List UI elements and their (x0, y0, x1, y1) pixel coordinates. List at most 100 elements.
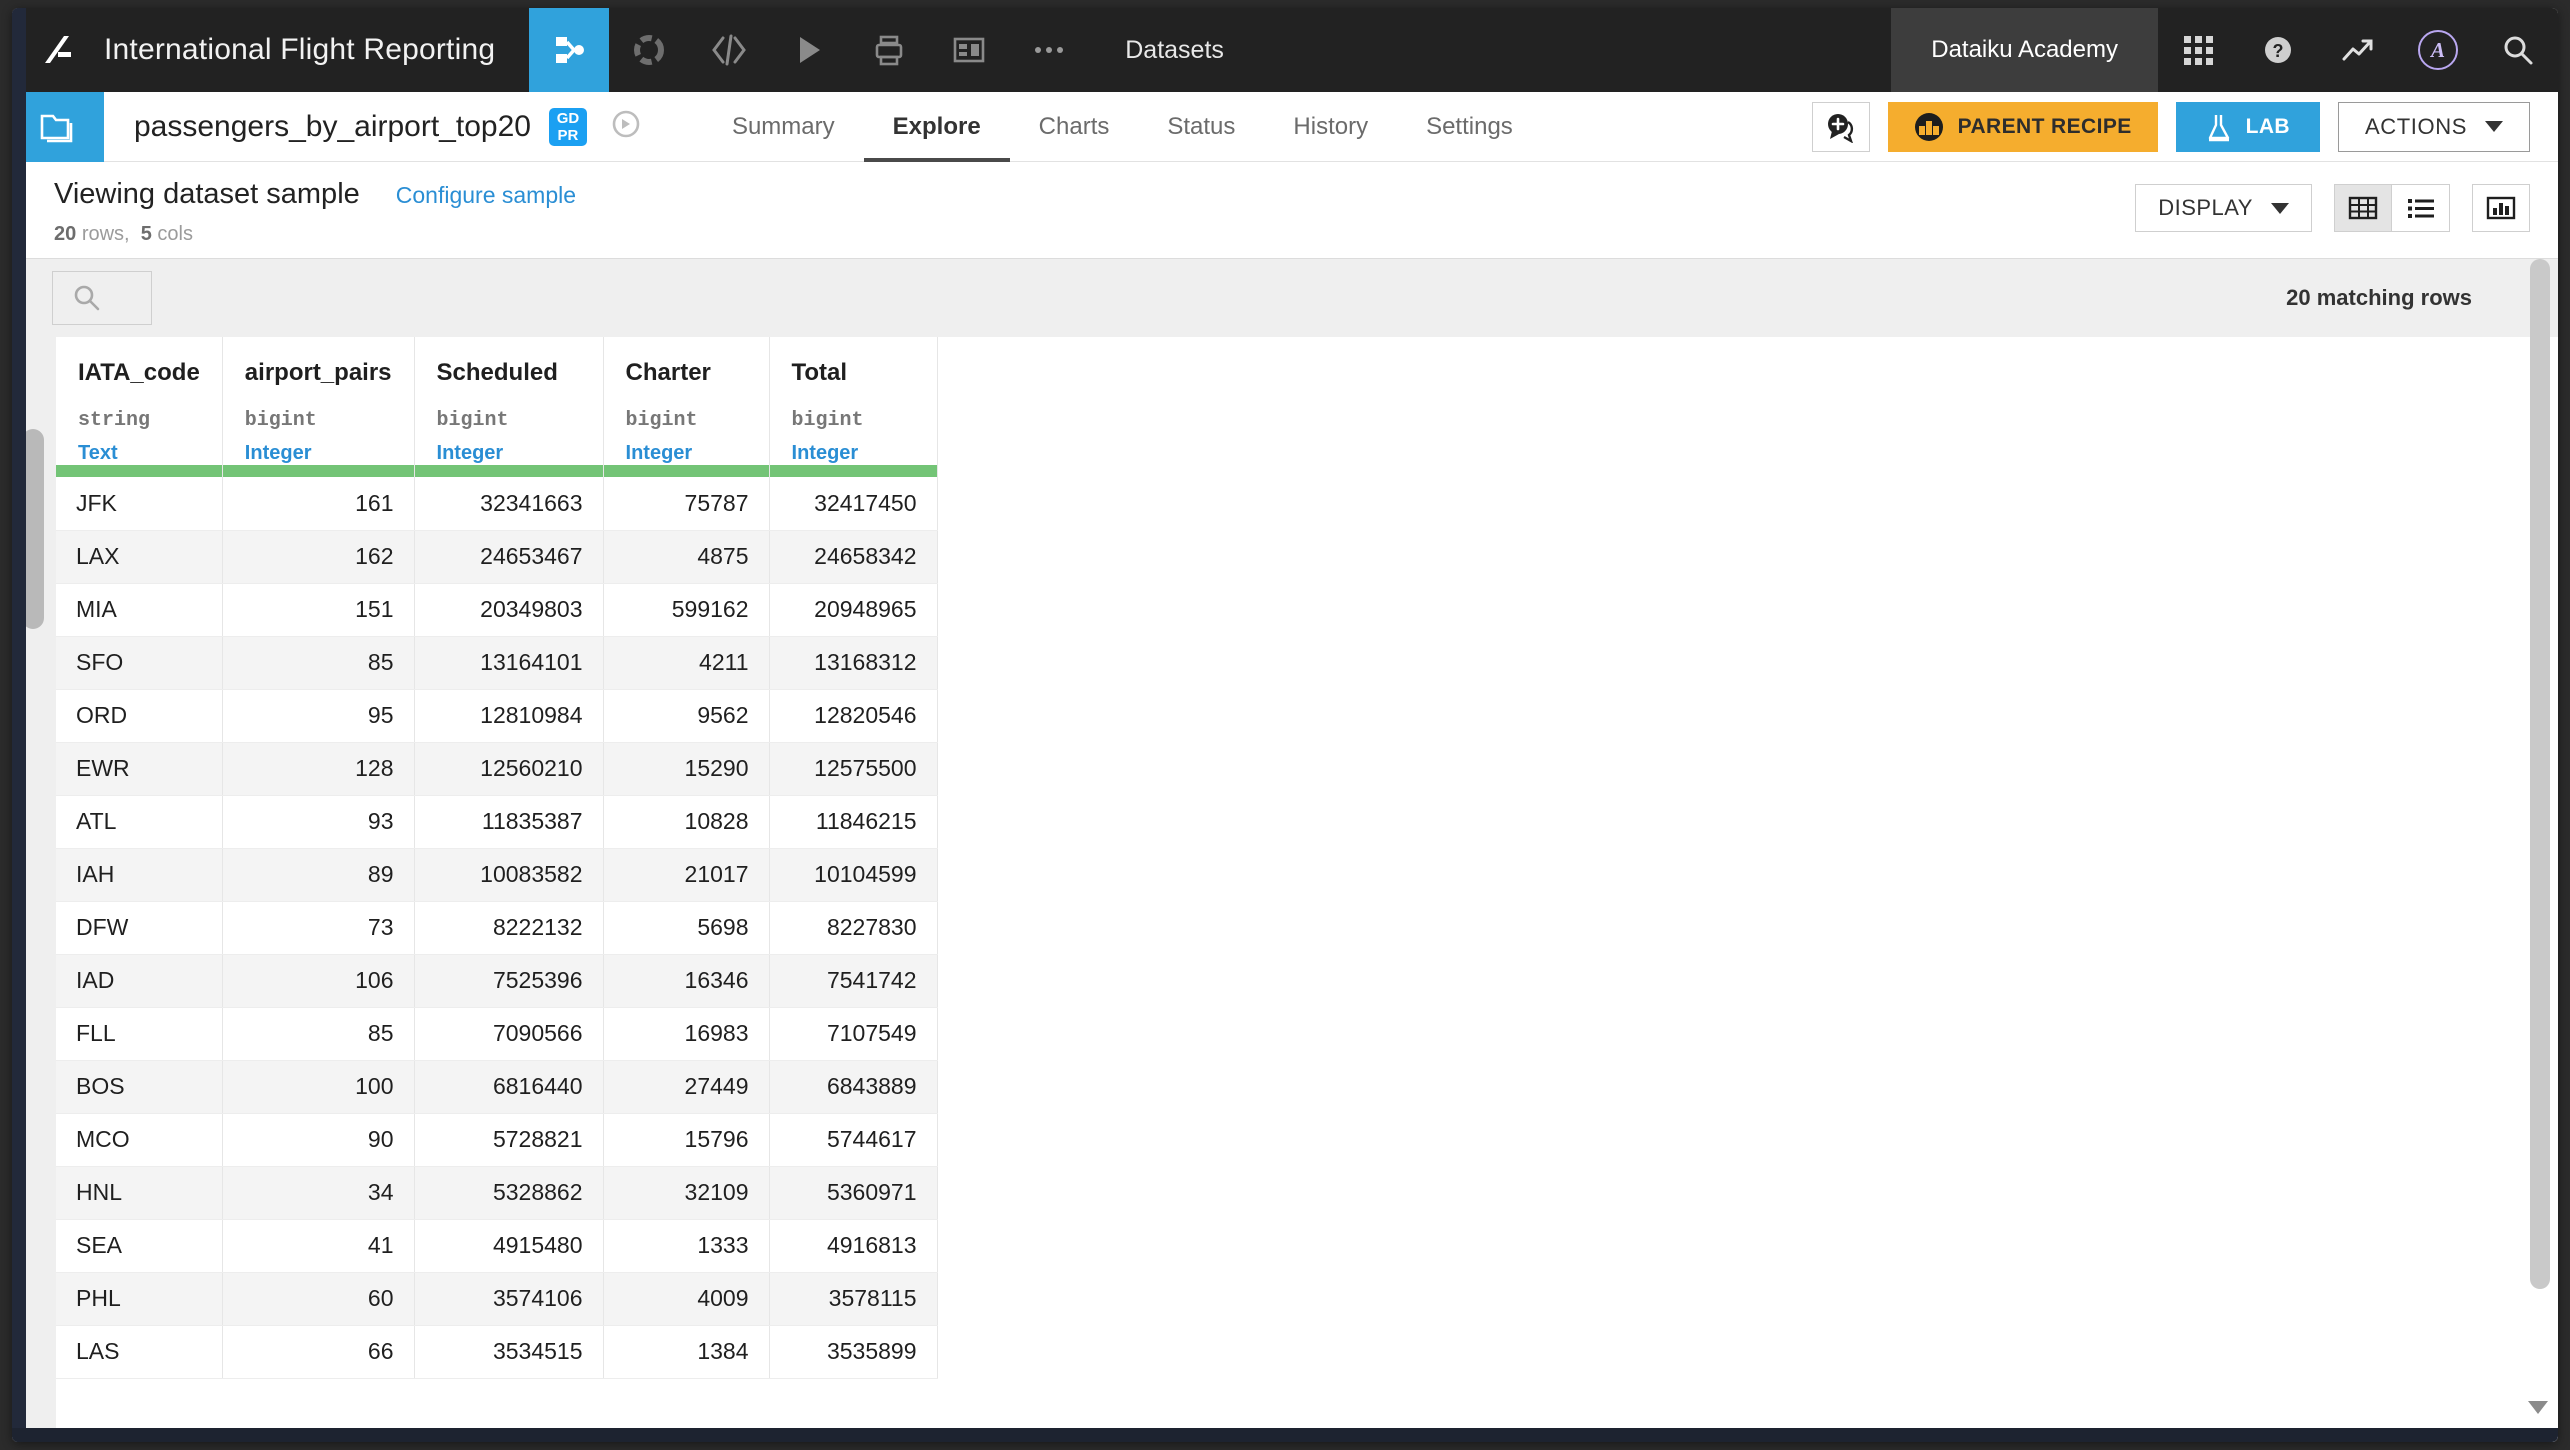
cell-charter[interactable]: 1333 (603, 1219, 770, 1273)
nav-datasets-label[interactable]: Datasets (1089, 36, 1252, 65)
lab-button[interactable]: LAB (2175, 101, 2320, 152)
cell-scheduled[interactable]: 7090566 (414, 1007, 604, 1061)
column-meaning[interactable]: Integer (792, 442, 915, 465)
discussion-button[interactable] (1811, 101, 1870, 152)
table-row[interactable]: MCO 90 5728821 15796 5744617 (56, 1113, 938, 1167)
cell-airport_pairs[interactable]: 161 (222, 477, 415, 531)
cell-total[interactable]: 20948965 (769, 583, 938, 637)
cell-total[interactable]: 10104599 (769, 848, 938, 902)
cell-iata_code[interactable]: FLL (56, 1007, 223, 1061)
table-row[interactable]: LAX 162 24653467 4875 24658342 (56, 530, 938, 584)
cell-airport_pairs[interactable]: 162 (222, 530, 415, 584)
cell-iata_code[interactable]: EWR (56, 742, 223, 796)
column-header-total[interactable]: Total bigint Integer (769, 337, 938, 465)
configure-sample-link[interactable]: Configure sample (396, 182, 576, 209)
cell-scheduled[interactable]: 3534515 (414, 1325, 604, 1379)
project-title[interactable]: International Flight Reporting (104, 33, 529, 67)
cell-total[interactable]: 32417450 (769, 477, 938, 531)
cell-iata_code[interactable]: JFK (56, 477, 223, 531)
table-row[interactable]: MIA 151 20349803 599162 20948965 (56, 583, 938, 637)
table-row[interactable]: JFK 161 32341663 75787 32417450 (56, 477, 938, 531)
cell-scheduled[interactable]: 8222132 (414, 901, 604, 955)
cell-scheduled[interactable]: 4915480 (414, 1219, 604, 1273)
cell-airport_pairs[interactable]: 85 (222, 1007, 415, 1061)
table-row[interactable]: SFO 85 13164101 4211 13168312 (56, 636, 938, 690)
chart-view-button[interactable] (2472, 184, 2530, 232)
cell-airport_pairs[interactable]: 85 (222, 636, 415, 690)
nav-dashboard[interactable] (929, 8, 1009, 92)
cell-scheduled[interactable]: 12560210 (414, 742, 604, 796)
academy-button[interactable]: Dataiku Academy (1891, 8, 2158, 92)
cell-total[interactable]: 5744617 (769, 1113, 938, 1167)
table-row[interactable]: IAH 89 10083582 21017 10104599 (56, 848, 938, 902)
tab-history[interactable]: History (1264, 92, 1397, 162)
table-row[interactable]: SEA 41 4915480 1333 4916813 (56, 1219, 938, 1273)
help-button[interactable]: ? (2238, 8, 2318, 92)
table-row[interactable]: BOS 100 6816440 27449 6843889 (56, 1060, 938, 1114)
cell-total[interactable]: 8227830 (769, 901, 938, 955)
cell-airport_pairs[interactable]: 90 (222, 1113, 415, 1167)
nav-run[interactable] (769, 8, 849, 92)
cell-scheduled[interactable]: 3574106 (414, 1272, 604, 1326)
cell-charter[interactable]: 15290 (603, 742, 770, 796)
compass-button[interactable] (609, 107, 643, 146)
cell-iata_code[interactable]: LAS (56, 1325, 223, 1379)
table-row[interactable]: DFW 73 8222132 5698 8227830 (56, 901, 938, 955)
nav-more[interactable] (1009, 8, 1089, 92)
cell-airport_pairs[interactable]: 100 (222, 1060, 415, 1114)
cell-airport_pairs[interactable]: 89 (222, 848, 415, 902)
cell-charter[interactable]: 9562 (603, 689, 770, 743)
cell-airport_pairs[interactable]: 128 (222, 742, 415, 796)
actions-button[interactable]: ACTIONS (2338, 101, 2530, 152)
data-grid[interactable]: IATA_code string Text airport_pairs bigi… (56, 337, 2558, 1442)
gdpr-badge[interactable]: GD PR (548, 107, 587, 146)
cell-airport_pairs[interactable]: 95 (222, 689, 415, 743)
cell-scheduled[interactable]: 6816440 (414, 1060, 604, 1114)
cell-charter[interactable]: 1384 (603, 1325, 770, 1379)
cell-charter[interactable]: 599162 (603, 583, 770, 637)
cell-charter[interactable]: 16983 (603, 1007, 770, 1061)
cell-airport_pairs[interactable]: 106 (222, 954, 415, 1008)
tab-settings[interactable]: Settings (1397, 92, 1542, 162)
cell-total[interactable]: 7107549 (769, 1007, 938, 1061)
cell-scheduled[interactable]: 11835387 (414, 795, 604, 849)
tab-explore[interactable]: Explore (864, 92, 1010, 162)
cell-iata_code[interactable]: ATL (56, 795, 223, 849)
cell-scheduled[interactable]: 7525396 (414, 954, 604, 1008)
cell-total[interactable]: 5360971 (769, 1166, 938, 1220)
table-row[interactable]: LAS 66 3534515 1384 3535899 (56, 1325, 938, 1379)
cell-charter[interactable]: 16346 (603, 954, 770, 1008)
cell-iata_code[interactable]: LAX (56, 530, 223, 584)
cell-total[interactable]: 24658342 (769, 530, 938, 584)
cell-iata_code[interactable]: SFO (56, 636, 223, 690)
cell-iata_code[interactable]: ORD (56, 689, 223, 743)
cell-airport_pairs[interactable]: 93 (222, 795, 415, 849)
table-row[interactable]: ATL 93 11835387 10828 11846215 (56, 795, 938, 849)
column-meaning[interactable]: Integer (437, 442, 581, 465)
cell-total[interactable]: 11846215 (769, 795, 938, 849)
cell-total[interactable]: 3535899 (769, 1325, 938, 1379)
cell-scheduled[interactable]: 12810984 (414, 689, 604, 743)
cell-airport_pairs[interactable]: 73 (222, 901, 415, 955)
table-row[interactable]: IAD 106 7525396 16346 7541742 (56, 954, 938, 1008)
cell-charter[interactable]: 5698 (603, 901, 770, 955)
nav-lab[interactable] (609, 8, 689, 92)
cell-charter[interactable]: 4211 (603, 636, 770, 690)
search-input[interactable] (52, 271, 152, 325)
cell-iata_code[interactable]: PHL (56, 1272, 223, 1326)
cell-charter[interactable]: 21017 (603, 848, 770, 902)
display-button[interactable]: DISPLAY (2135, 184, 2312, 232)
cell-total[interactable]: 4916813 (769, 1219, 938, 1273)
table-view-toggle[interactable] (2334, 184, 2392, 232)
cell-iata_code[interactable]: MIA (56, 583, 223, 637)
cell-charter[interactable]: 10828 (603, 795, 770, 849)
cell-scheduled[interactable]: 24653467 (414, 530, 604, 584)
cell-total[interactable]: 7541742 (769, 954, 938, 1008)
nav-code[interactable] (689, 8, 769, 92)
cell-scheduled[interactable]: 5328862 (414, 1166, 604, 1220)
cell-airport_pairs[interactable]: 34 (222, 1166, 415, 1220)
global-search-button[interactable] (2478, 8, 2558, 92)
user-avatar[interactable]: A (2398, 8, 2478, 92)
cell-charter[interactable]: 4009 (603, 1272, 770, 1326)
column-meaning[interactable]: Integer (626, 442, 747, 465)
